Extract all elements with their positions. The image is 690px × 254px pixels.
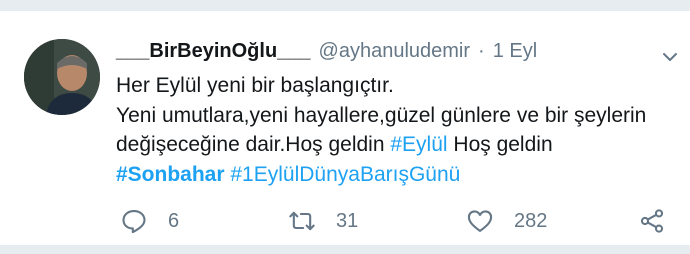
tweet-card[interactable]: ___BirBeyinOğlu___ @ayhanuludemir · 1 Ey…	[0, 10, 690, 246]
reply-button[interactable]: 6	[120, 207, 179, 235]
retweet-icon	[289, 211, 315, 231]
tweet-text-part: Hoş geldin	[447, 133, 553, 156]
tweet-header: ___BirBeyinOğlu___ @ayhanuludemir · 1 Ey…	[116, 40, 672, 70]
retweet-count: 31	[336, 209, 359, 232]
heart-icon	[467, 210, 493, 232]
hashtag-eylul[interactable]: #Eylül	[390, 133, 447, 156]
tweet-actions: 6 31 282	[116, 207, 672, 237]
separator-dot: ·	[478, 40, 485, 62]
tweet-line-1: Her Eylül yeni bir başlangıçtır.	[116, 74, 394, 97]
share-icon	[640, 209, 664, 233]
hashtag-baris-gunu[interactable]: #1EylülDünyaBarışGünü	[230, 163, 460, 186]
timestamp[interactable]: 1 Eyl	[493, 40, 537, 63]
share-button[interactable]	[638, 207, 686, 235]
retweet-button[interactable]: 31	[288, 207, 358, 235]
reply-icon	[122, 210, 146, 234]
avatar[interactable]	[24, 39, 100, 115]
hashtag-sonbahar[interactable]: #Sonbahar	[116, 163, 225, 186]
tweet-paragraph: Yeni umutlara,yeni hayallere,güzel günle…	[116, 101, 652, 190]
like-count: 282	[514, 209, 548, 232]
chevron-down-icon[interactable]	[660, 47, 680, 67]
display-name[interactable]: ___BirBeyinOğlu___	[116, 40, 311, 63]
user-handle[interactable]: @ayhanuludemir	[319, 40, 471, 63]
tweet-text-part: Yeni umutlara,yeni hayallere,güzel günle…	[116, 103, 647, 157]
tweet-text: Her Eylül yeni bir başlangıçtır. Yeni um…	[116, 71, 652, 189]
reply-count: 6	[168, 209, 180, 232]
like-button[interactable]: 282	[466, 207, 547, 235]
